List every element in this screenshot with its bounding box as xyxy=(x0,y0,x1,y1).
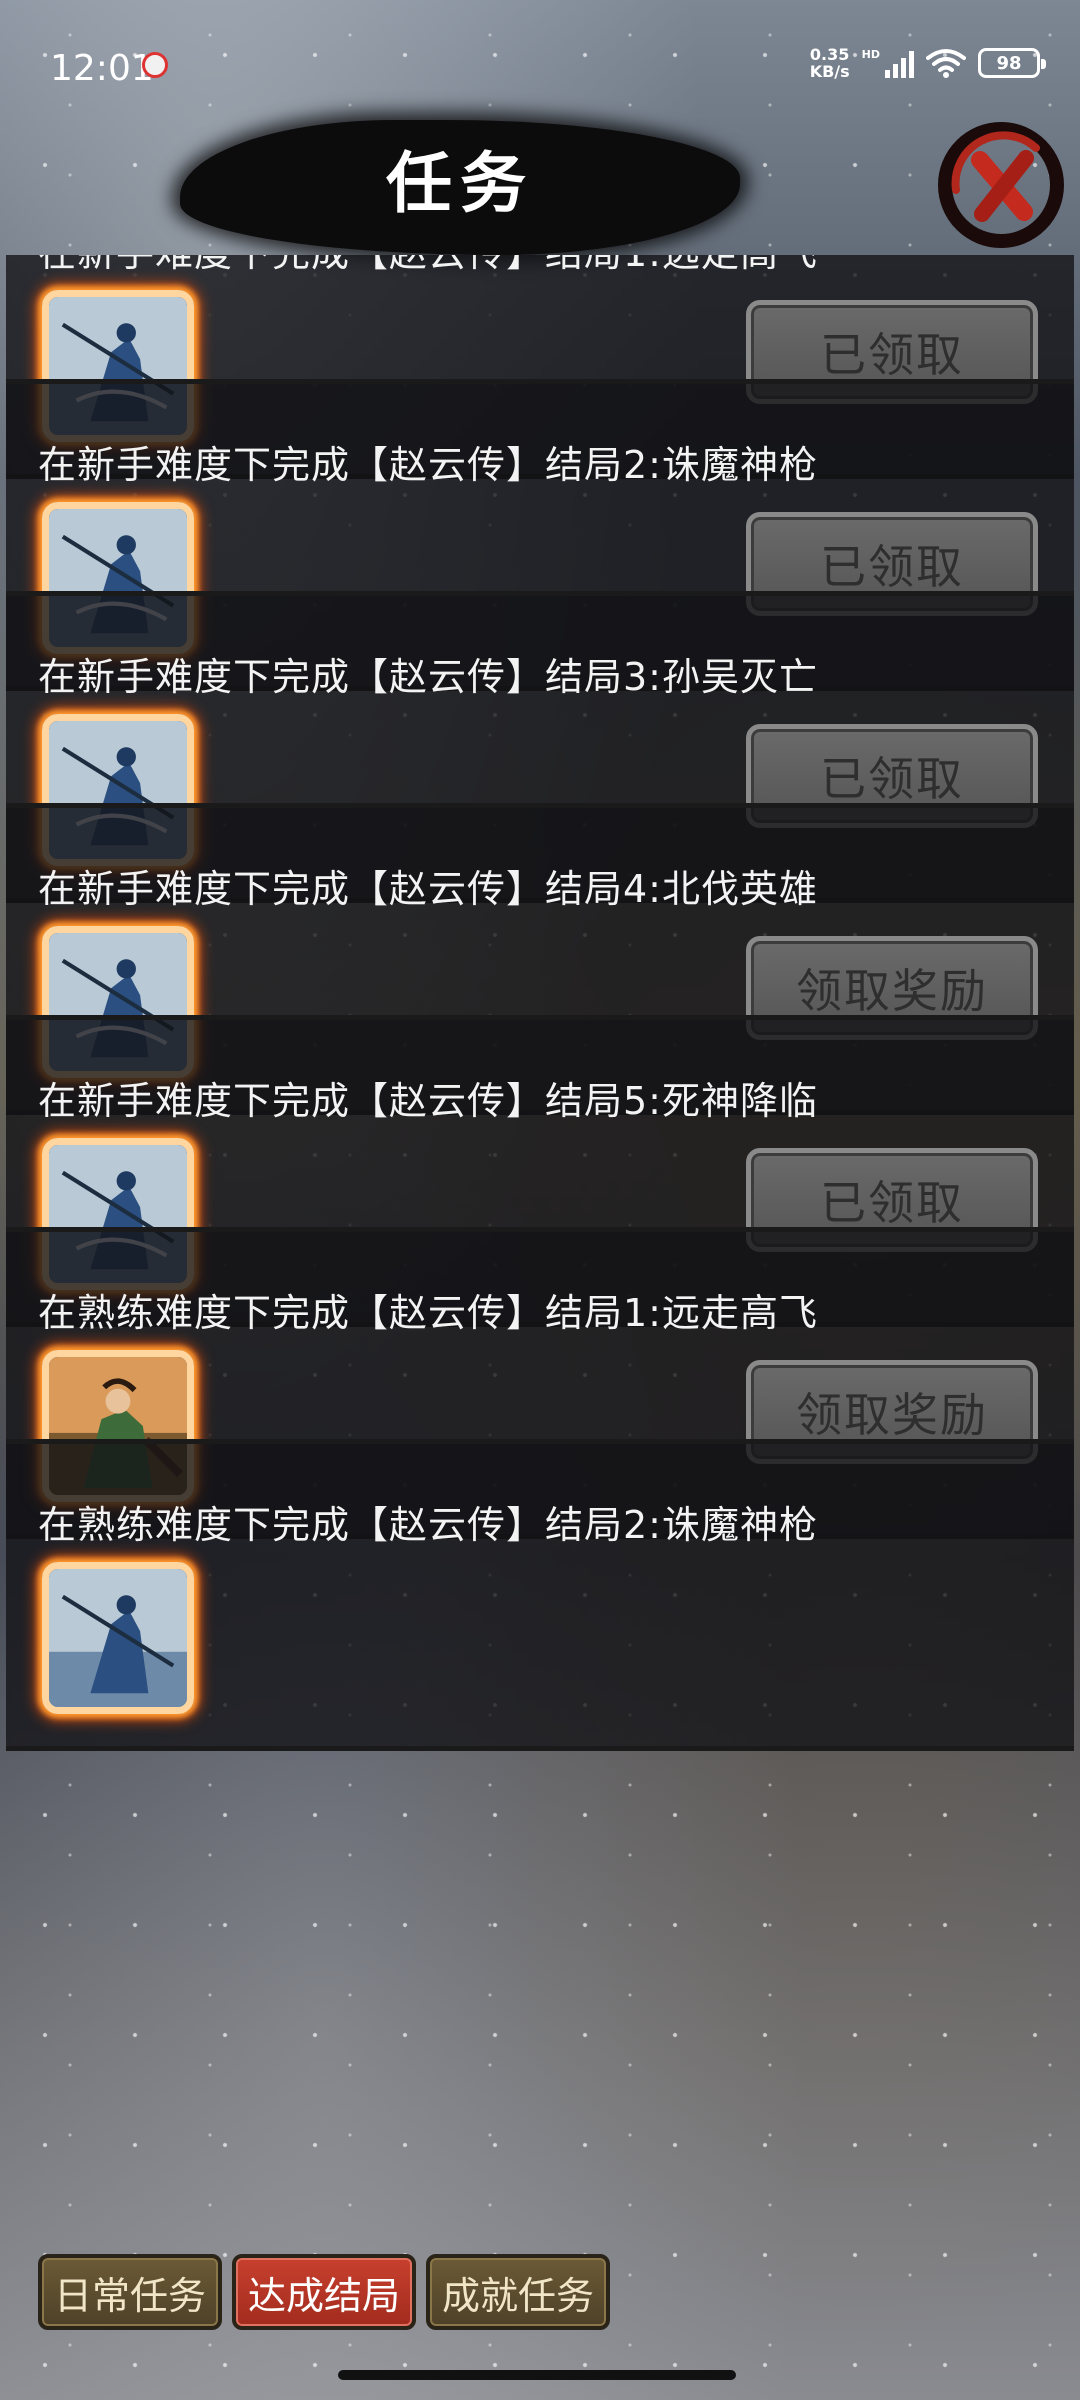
close-button[interactable] xyxy=(936,120,1066,250)
network-speed-unit: KB/s xyxy=(809,62,850,81)
task-title: 在新手难度下完成【赵云传】结局5:死神降临 xyxy=(38,1079,818,1123)
wifi-icon xyxy=(926,49,966,78)
status-indicators: 0.35 KB/s HD 98 xyxy=(810,46,1046,80)
page-title: 任务 xyxy=(386,145,534,222)
status-time: 12:01 xyxy=(50,48,154,89)
task-title: 在新手难度下完成【赵云传】结局4:北伐英雄 xyxy=(38,867,818,911)
battery-level: 98 xyxy=(996,52,1022,74)
zhao-yun-portrait-icon xyxy=(42,1562,194,1714)
battery-icon: 98 xyxy=(978,48,1046,78)
signal-bar xyxy=(885,70,890,78)
task-title: 在新手难度下完成【赵云传】结局1:远走高飞 xyxy=(38,255,818,277)
tab-endings-achieved[interactable]: 达成结局 xyxy=(232,2254,417,2330)
home-indicator[interactable] xyxy=(338,2370,736,2380)
network-speed-value: 0.35 xyxy=(809,45,850,64)
signal-bar xyxy=(893,64,898,78)
task-title: 在熟练难度下完成【赵云传】结局2:诛魔神枪 xyxy=(38,1503,818,1547)
signal-bar xyxy=(909,51,914,78)
task-title: 在熟练难度下完成【赵云传】结局1:远走高飞 xyxy=(38,1291,818,1335)
signal-bar xyxy=(901,58,906,78)
tab-daily-tasks[interactable]: 日常任务 xyxy=(38,2254,223,2330)
task-item: 在熟练难度下完成【赵云传】结局2:诛魔神枪 xyxy=(6,1439,1074,1751)
tab-bar: 日常任务 达成结局 成就任务 xyxy=(38,2254,611,2330)
task-title: 在新手难度下完成【赵云传】结局2:诛魔神枪 xyxy=(38,443,818,487)
hd-label: HD xyxy=(861,48,880,61)
network-speed: 0.35 KB/s xyxy=(810,46,850,80)
cell-signal-icon: HD xyxy=(862,48,914,78)
close-icon xyxy=(938,122,1064,248)
tab-achievement-tasks[interactable]: 成就任务 xyxy=(426,2254,611,2330)
notification-icon xyxy=(142,52,168,78)
status-bar: 12:01 0.35 KB/s HD 98 xyxy=(0,0,1080,130)
task-list[interactable]: 在新手难度下完成【赵云传】结局1:远走高飞 已领取 在新手难度下完成【赵云传】结… xyxy=(6,255,1074,2250)
task-title: 在新手难度下完成【赵云传】结局3:孙吴灭亡 xyxy=(38,655,818,699)
